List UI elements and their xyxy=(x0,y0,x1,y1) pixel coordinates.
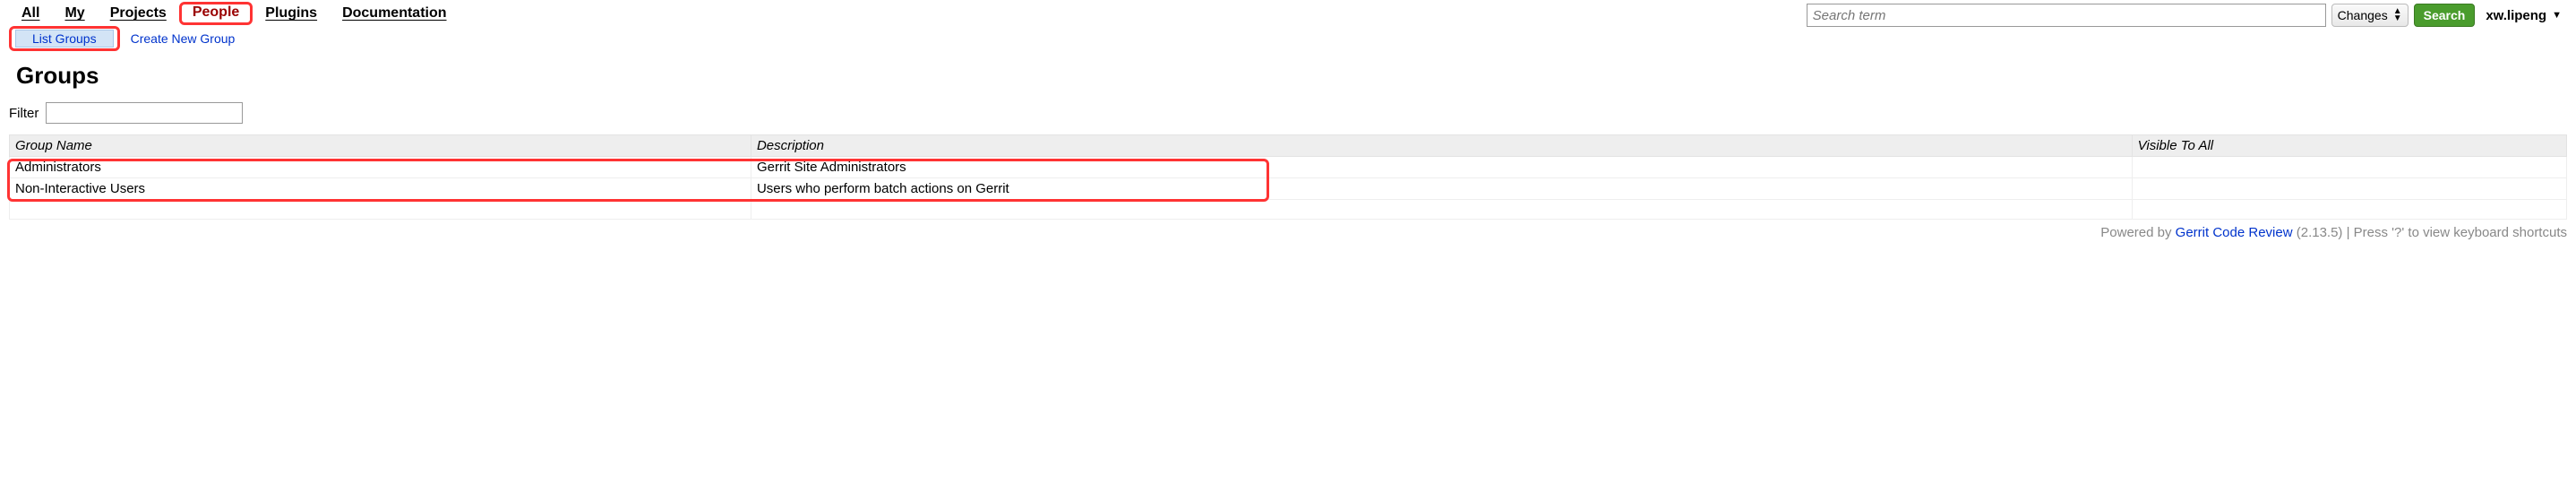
subnav-create-new-group[interactable]: Create New Group xyxy=(131,31,236,46)
table-row-empty xyxy=(10,200,2567,220)
footer-suffix: (2.13.5) | Press '?' to view keyboard sh… xyxy=(2293,225,2567,240)
cell-description: Users who perform batch actions on Gerri… xyxy=(751,178,2132,200)
nav-tab-documentation[interactable]: Documentation xyxy=(330,3,459,25)
nav-tab-my[interactable]: My xyxy=(52,3,97,25)
filter-label: Filter xyxy=(9,106,39,121)
nav-tab-plugins[interactable]: Plugins xyxy=(253,3,330,25)
search-button[interactable]: Search xyxy=(2414,4,2476,27)
nav-tab-all[interactable]: All xyxy=(9,3,52,25)
chevron-down-icon: ▼ xyxy=(2552,10,2562,21)
cell-description: Gerrit Site Administrators xyxy=(751,157,2132,178)
cell-group-name: Non-Interactive Users xyxy=(10,178,751,200)
select-arrows-icon: ▲▼ xyxy=(2393,8,2402,22)
footer-link[interactable]: Gerrit Code Review xyxy=(2176,225,2293,240)
search-scope-select[interactable]: Changes ▲▼ xyxy=(2331,4,2409,27)
search-input[interactable] xyxy=(1807,4,2326,27)
cell-group-name: Administrators xyxy=(10,157,751,178)
search-scope-label: Changes xyxy=(2338,8,2388,22)
user-menu[interactable]: xw.lipeng ▼ xyxy=(2480,8,2567,23)
subnav-list-groups[interactable]: List Groups xyxy=(15,30,114,48)
user-name: xw.lipeng xyxy=(2486,8,2546,23)
col-header-group-name: Group Name xyxy=(10,135,751,157)
filter-input[interactable] xyxy=(46,102,243,124)
nav-tab-people[interactable]: People xyxy=(179,2,253,25)
col-header-description: Description xyxy=(751,135,2132,157)
col-header-visible: Visible To All xyxy=(2132,135,2566,157)
table-row[interactable]: Administrators Gerrit Site Administrator… xyxy=(10,157,2567,178)
footer: Powered by Gerrit Code Review (2.13.5) |… xyxy=(0,220,2576,240)
table-row[interactable]: Non-Interactive Users Users who perform … xyxy=(10,178,2567,200)
groups-table: Group Name Description Visible To All Ad… xyxy=(9,134,2567,220)
cell-visible xyxy=(2132,157,2566,178)
page-title: Groups xyxy=(0,55,2576,102)
cell-visible xyxy=(2132,178,2566,200)
subnav-list-groups-highlight: List Groups xyxy=(9,26,120,51)
footer-prefix: Powered by xyxy=(2100,225,2175,240)
nav-tab-projects[interactable]: Projects xyxy=(98,3,179,25)
